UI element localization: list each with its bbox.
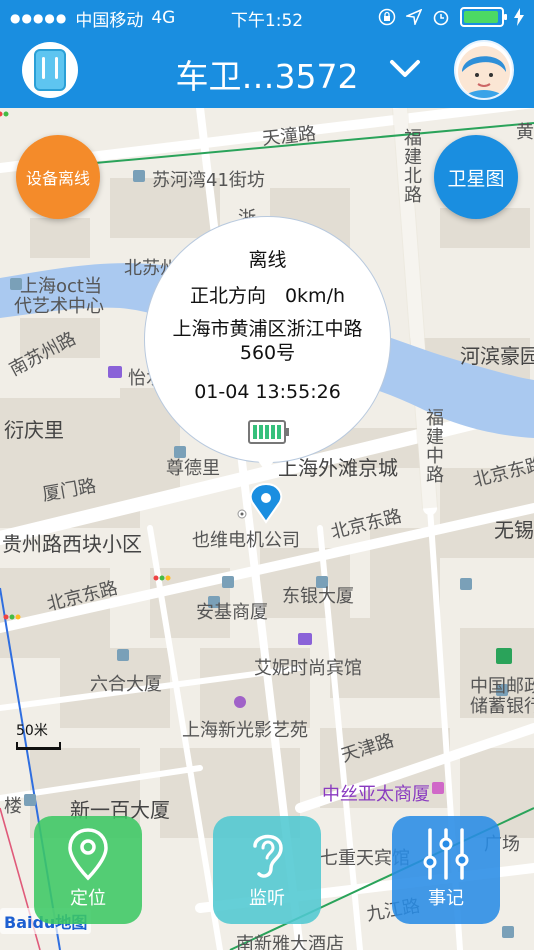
listen-label: 监听: [249, 888, 285, 909]
location-arrow-icon: [406, 9, 422, 25]
chevron-down-icon[interactable]: [388, 54, 422, 84]
map-label: 黄: [516, 122, 534, 143]
map-label: 河滨豪园: [460, 344, 534, 368]
map-label: 南新雅大酒店: [236, 934, 344, 950]
map-label: 无锡: [494, 518, 534, 542]
map-label: 代艺术中心: [14, 296, 104, 317]
map-label: 福建北路: [401, 128, 422, 204]
map-label: 艾妮时尚宾馆: [254, 658, 362, 679]
device-offline-button[interactable]: 设备离线: [16, 135, 100, 219]
record-button[interactable]: 事记: [392, 816, 500, 924]
record-label: 事记: [428, 888, 464, 909]
device-icon-button[interactable]: [22, 42, 78, 98]
user-avatar[interactable]: [454, 40, 514, 100]
map-label: 上海新光影艺苑: [182, 720, 308, 741]
map-view[interactable]: 天潼路 黄 苏河湾41街坊 福建北路 浙江路 北苏州路 上海oct当 代艺术中心…: [0, 108, 534, 950]
location-pin-icon: [68, 828, 108, 881]
map-label: 福建中路: [423, 408, 444, 484]
map-label: 楼: [4, 796, 22, 817]
battery-icon: [460, 7, 507, 27]
map-label: 六合大厦: [90, 674, 162, 695]
map-label: 中丝亚太商厦: [322, 784, 430, 805]
listen-button[interactable]: 监听: [213, 816, 321, 924]
carrier-label: 中国移动: [75, 10, 144, 31]
locate-label: 定位: [70, 888, 106, 909]
map-label: 储蓄银行: [470, 696, 534, 717]
locate-button[interactable]: 定位: [34, 816, 142, 924]
network-label: 4G: [151, 8, 176, 28]
map-label: 尊德里: [166, 458, 220, 479]
status-bar: ●●●●● 中国移动 4G 下午1:52: [0, 0, 534, 36]
map-scale: 50米: [16, 720, 61, 750]
signal-strength-icon: ●●●●●: [10, 11, 68, 25]
ear-icon: [253, 834, 283, 878]
last-update-time: 01-04 13:55:26: [194, 381, 341, 403]
vehicle-title[interactable]: 车卫…3572: [140, 50, 394, 98]
rotation-lock-icon: [378, 8, 396, 26]
map-label: 衍庆里: [4, 418, 64, 442]
alarm-icon: [433, 10, 449, 26]
avatar-icon: [458, 46, 510, 98]
map-label: 也维电机公司: [192, 530, 300, 551]
popup-pointer: [256, 458, 276, 472]
charging-icon: [514, 8, 524, 26]
scale-label: 50米: [16, 723, 48, 739]
direction-speed: 正北方向 0km/h: [189, 285, 346, 307]
map-label: 东银大厦: [282, 586, 354, 607]
satellite-view-button[interactable]: 卫星图: [434, 135, 518, 219]
device-info-popup: 离线 正北方向 0km/h 上海市黄浦区浙江中路560号 01-04 13:55…: [144, 216, 391, 463]
app-header: 车卫…3572: [0, 36, 534, 108]
device-status: 离线: [248, 249, 287, 271]
sliders-icon: [423, 828, 469, 880]
device-battery-icon: [248, 420, 289, 444]
map-label: 安基商厦: [196, 602, 268, 623]
device-icon: [34, 49, 66, 91]
device-address: 上海市黄浦区浙江中路560号: [172, 318, 363, 364]
map-label: 苏河湾41街坊: [152, 170, 265, 191]
map-label: 贵州路西块小区: [2, 532, 142, 556]
